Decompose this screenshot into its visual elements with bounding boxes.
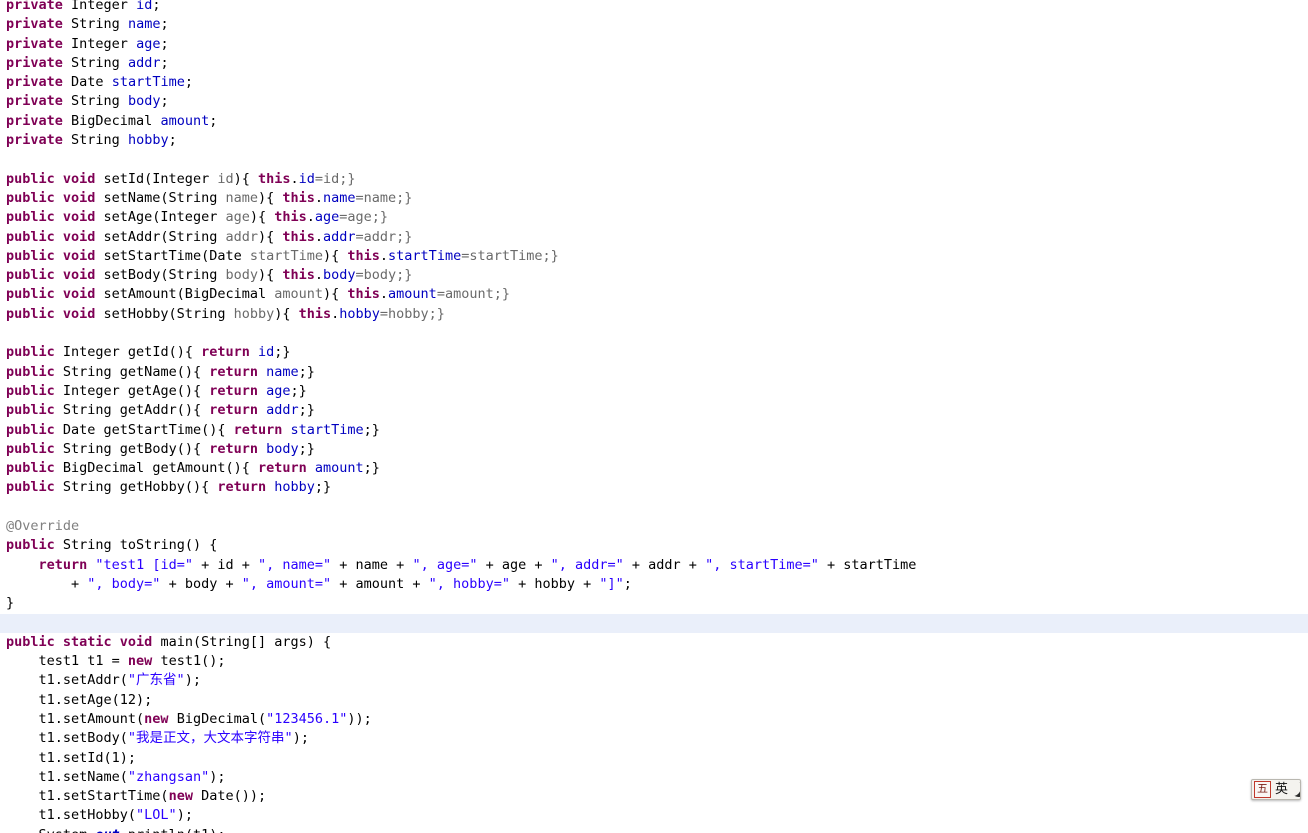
main-statement[interactable]: t1.setAddr("广东省"); xyxy=(0,671,1308,690)
setter-method[interactable]: public void setName(String name){ this.n… xyxy=(0,189,1308,208)
main-declaration[interactable]: public static void main(String[] args) { xyxy=(0,633,1308,652)
setter-method[interactable]: public void setBody(String body){ this.b… xyxy=(0,266,1308,285)
getter-method[interactable]: public String getName(){ return name;} xyxy=(0,363,1308,382)
code-editor[interactable]: private Integer id; private String name; p… xyxy=(0,0,1308,833)
setter-method[interactable]: public void setStartTime(Date startTime)… xyxy=(0,247,1308,266)
getter-method[interactable]: public String getHobby(){ return hobby;} xyxy=(0,478,1308,497)
getter-method[interactable]: public BigDecimal getAmount(){ return am… xyxy=(0,459,1308,478)
blank-line[interactable] xyxy=(0,498,1308,517)
setter-method[interactable]: public void setAddr(String addr){ this.a… xyxy=(0,228,1308,247)
blank-line-highlighted[interactable] xyxy=(0,613,1308,633)
getter-method[interactable]: public Integer getId(){ return id;} xyxy=(0,343,1308,362)
ime-indicator[interactable]: 五 英 xyxy=(1251,779,1301,800)
field-declaration[interactable]: private Integer age; xyxy=(0,35,1308,54)
main-statement[interactable]: t1.setHobby("LOL"); xyxy=(0,806,1308,825)
setter-method[interactable]: public void setAge(Integer age){ this.ag… xyxy=(0,208,1308,227)
field-declaration[interactable]: private Integer id; xyxy=(0,0,1308,15)
setter-method[interactable]: public void setAmount(BigDecimal amount)… xyxy=(0,285,1308,304)
field-declaration[interactable]: private String addr; xyxy=(0,54,1308,73)
field-declaration[interactable]: private BigDecimal amount; xyxy=(0,112,1308,131)
tostring-return-line-1[interactable]: return "test1 [id=" + id + ", name=" + n… xyxy=(0,556,1308,575)
tostring-return-line-2[interactable]: + ", body=" + body + ", amount=" + amoun… xyxy=(0,575,1308,594)
main-statement[interactable]: t1.setStartTime(new Date()); xyxy=(0,787,1308,806)
main-statement[interactable]: t1.setAmount(new BigDecimal("123456.1"))… xyxy=(0,710,1308,729)
blank-line[interactable] xyxy=(0,150,1308,169)
main-statement[interactable]: System.out.println(t1); xyxy=(0,826,1308,833)
ime-input-method-icon[interactable]: 五 xyxy=(1254,781,1271,798)
tostring-declaration[interactable]: public String toString() { xyxy=(0,536,1308,555)
override-annotation[interactable]: @Override xyxy=(0,517,1308,536)
field-declaration[interactable]: private String hobby; xyxy=(0,131,1308,150)
getter-method[interactable]: public Date getStartTime(){ return start… xyxy=(0,421,1308,440)
main-statement[interactable]: t1.setId(1); xyxy=(0,749,1308,768)
field-declaration[interactable]: private Date startTime; xyxy=(0,73,1308,92)
field-declaration[interactable]: private String body; xyxy=(0,92,1308,111)
main-statement[interactable]: test1 t1 = new test1(); xyxy=(0,652,1308,671)
setter-method[interactable]: public void setHobby(String hobby){ this… xyxy=(0,305,1308,324)
main-statement[interactable]: t1.setBody("我是正文，大文本字符串"); xyxy=(0,729,1308,748)
ime-language-icon[interactable]: 英 xyxy=(1275,782,1288,797)
blank-line[interactable] xyxy=(0,324,1308,343)
main-statement[interactable]: t1.setAge(12); xyxy=(0,691,1308,710)
getter-method[interactable]: public String getBody(){ return body;} xyxy=(0,440,1308,459)
main-statement[interactable]: t1.setName("zhangsan"); xyxy=(0,768,1308,787)
moon-icon[interactable] xyxy=(1292,782,1300,797)
field-declaration[interactable]: private String name; xyxy=(0,15,1308,34)
getter-method[interactable]: public Integer getAge(){ return age;} xyxy=(0,382,1308,401)
setter-method[interactable]: public void setId(Integer id){ this.id=i… xyxy=(0,170,1308,189)
code-content: private Integer id; private String name; p… xyxy=(0,0,1308,833)
getter-method[interactable]: public String getAddr(){ return addr;} xyxy=(0,401,1308,420)
tostring-close-brace[interactable]: } xyxy=(0,594,1308,613)
